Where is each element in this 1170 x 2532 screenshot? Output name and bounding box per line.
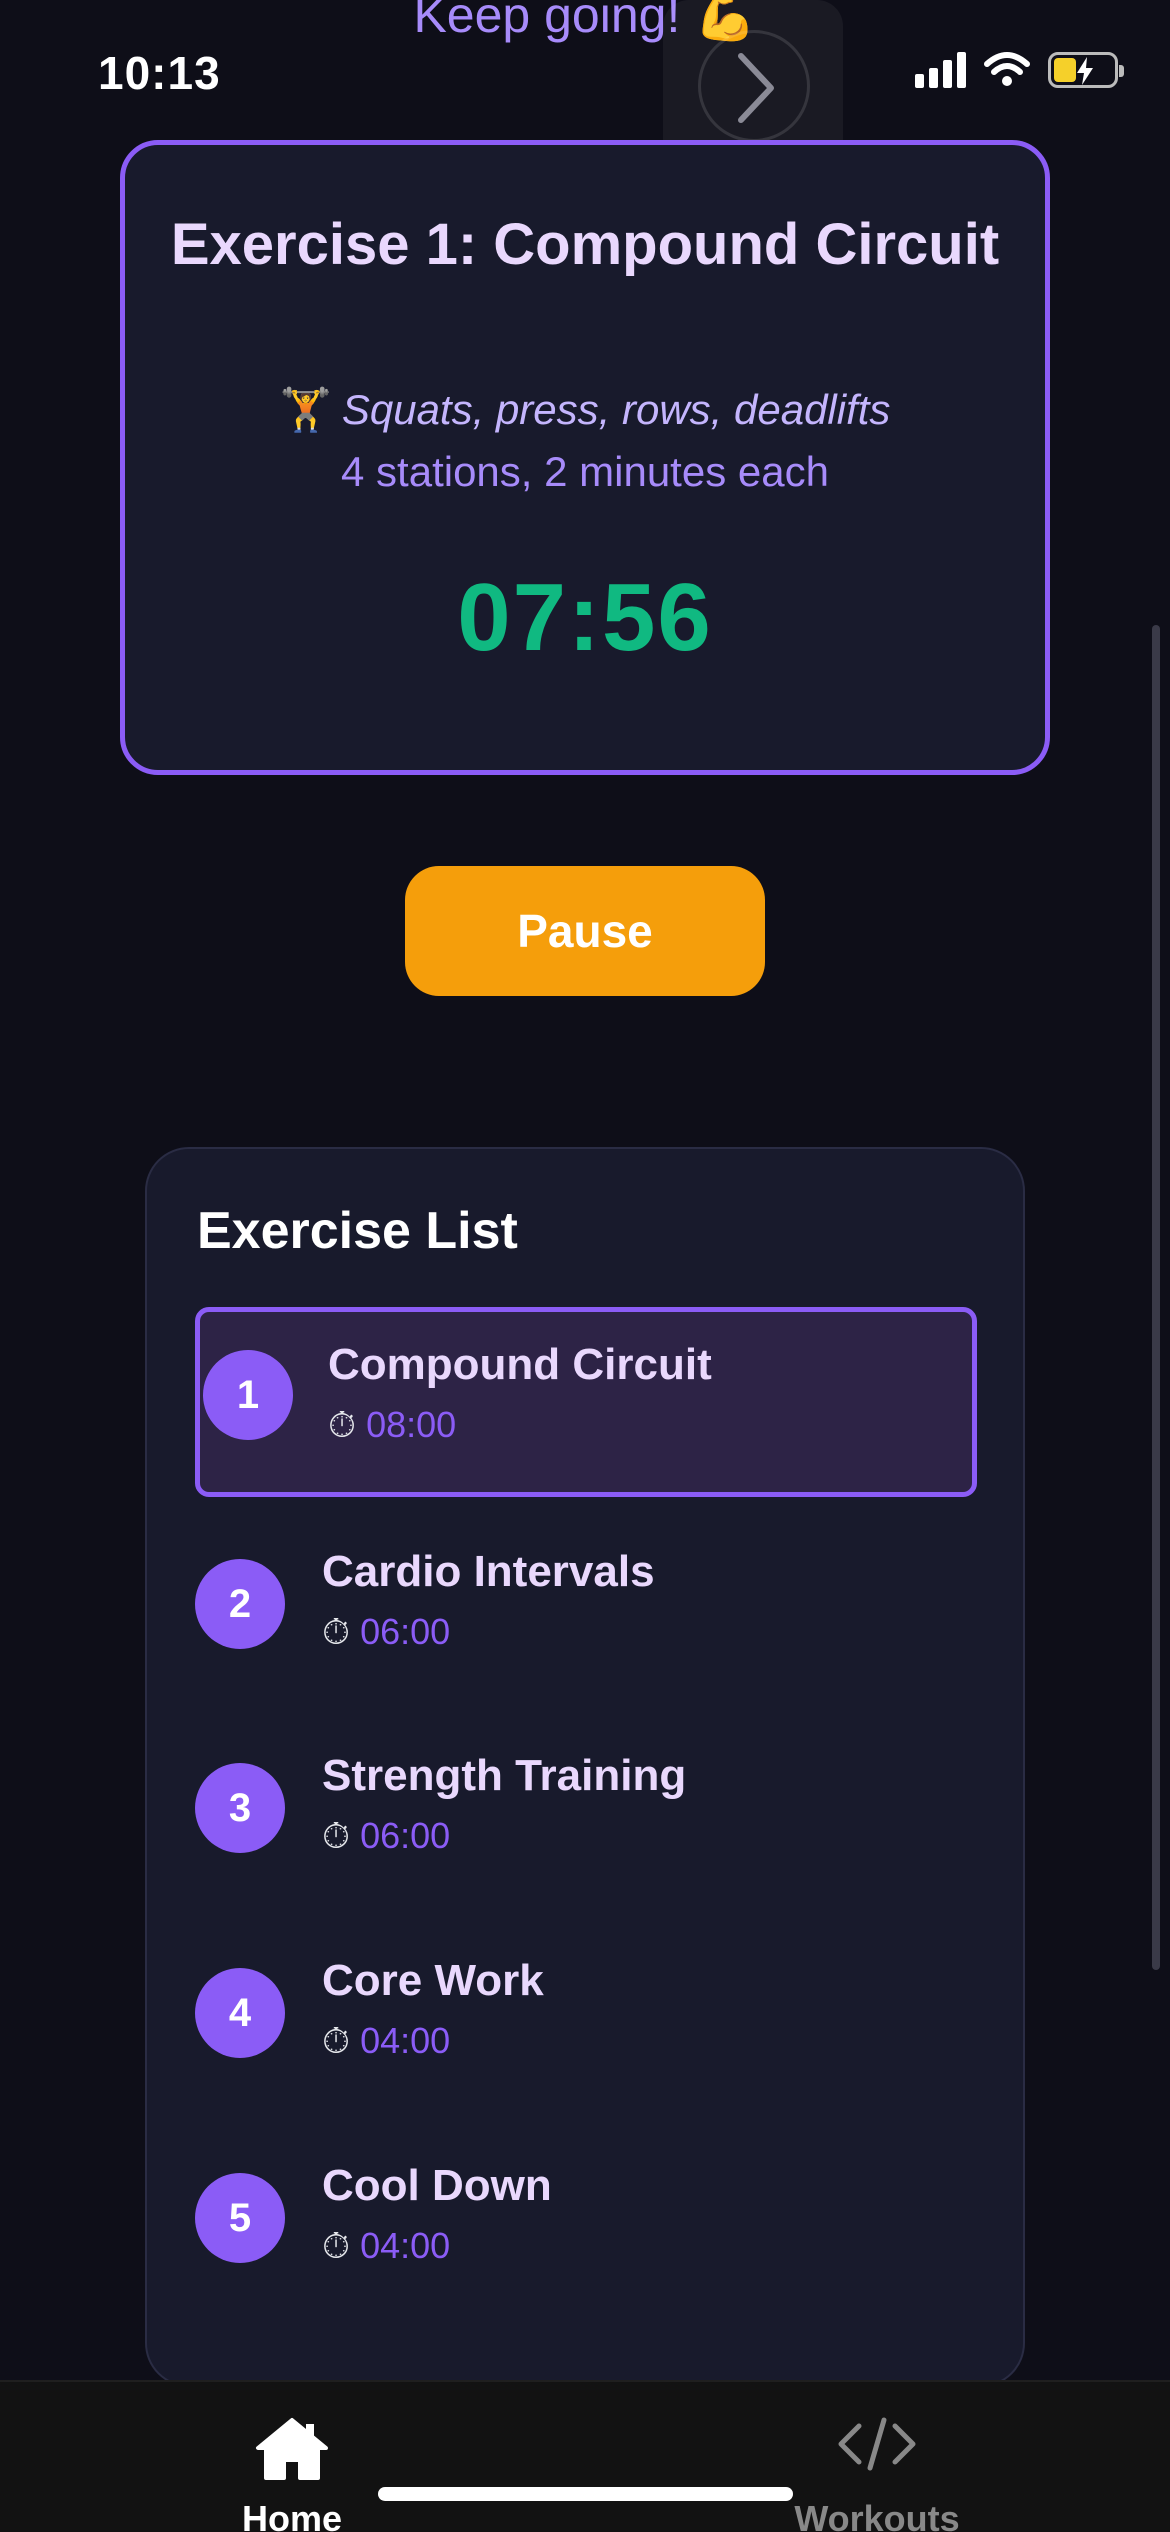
exercise-description: Squats, press, rows, deadlifts <box>341 386 891 433</box>
exercise-name: Compound Circuit <box>328 1340 712 1389</box>
exercise-name: Core Work <box>322 1956 544 2005</box>
exercise-name: Cardio Intervals <box>322 1547 655 1596</box>
stopwatch-icon: ⏱ <box>322 1816 351 1857</box>
pause-button[interactable]: Pause <box>405 866 765 996</box>
exercise-list-panel: Exercise List 1 Compound Circuit ⏱ 08:00 … <box>145 1147 1025 2387</box>
exercise-name: Cool Down <box>322 2161 552 2210</box>
list-item[interactable]: 5 Cool Down ⏱ 04:00 <box>195 2133 977 2323</box>
exercise-duration-row: ⏱ 06:00 <box>322 1611 450 1654</box>
exercise-detail: 4 stations, 2 minutes each <box>341 448 829 495</box>
countdown-timer: 07:56 <box>457 564 713 671</box>
exercise-duration-row: ⏱ 06:00 <box>322 1815 450 1858</box>
stopwatch-icon: ⏱ <box>322 2021 351 2062</box>
tab-bar: Home Workouts <box>0 2380 1170 2532</box>
exercise-list-title: Exercise List <box>197 1202 518 1260</box>
exercise-duration-row: ⏱ 08:00 <box>328 1404 456 1447</box>
exercise-duration-row: ⏱ 04:00 <box>322 2020 450 2063</box>
exercise-name: Strength Training <box>322 1751 687 1800</box>
battery-charging-icon <box>1048 52 1124 88</box>
status-time: 10:13 <box>98 47 221 99</box>
exercise-duration: 06:00 <box>360 1611 451 1652</box>
wifi-icon <box>984 52 1030 86</box>
stopwatch-icon: ⏱ <box>322 1612 351 1653</box>
stopwatch-icon: ⏱ <box>328 1405 357 1446</box>
keep-going-text: Keep going! <box>413 0 681 43</box>
exercise-number-badge: 2 <box>195 1559 285 1649</box>
exercise-duration-row: ⏱ 04:00 <box>322 2225 450 2268</box>
weightlifter-icon: 🏋 <box>279 385 332 434</box>
home-indicator <box>378 2487 793 2501</box>
code-icon <box>838 2417 916 2471</box>
exercise-description-row: 🏋 Squats, press, rows, deadlifts <box>125 385 1045 435</box>
status-bar: Keep going! 💪 10:13 <box>0 0 1170 175</box>
exercise-number-badge: 3 <box>195 1763 285 1853</box>
tab-workouts-label: Workouts <box>794 2498 960 2532</box>
exercise-number-badge: 1 <box>203 1350 293 1440</box>
exercise-duration: 04:00 <box>360 2020 451 2061</box>
list-item[interactable]: 4 Core Work ⏱ 04:00 <box>195 1928 977 2118</box>
home-icon <box>256 2418 328 2480</box>
tab-home[interactable]: Home <box>162 2382 422 2532</box>
chevron-right-icon <box>738 53 774 123</box>
stopwatch-icon: ⏱ <box>322 2226 351 2267</box>
list-item[interactable]: 2 Cardio Intervals ⏱ 06:00 <box>195 1519 977 1709</box>
tab-workouts[interactable]: Workouts <box>747 2382 1007 2532</box>
scrollbar[interactable] <box>1152 625 1160 1970</box>
keep-going-banner: Keep going! 💪 <box>0 0 1170 45</box>
exercise-duration: 04:00 <box>360 2225 451 2266</box>
tab-home-label: Home <box>241 2498 343 2532</box>
exercise-title: Exercise 1: Compound Circuit <box>170 212 1000 277</box>
exercise-number-badge: 4 <box>195 1968 285 2058</box>
status-icons <box>915 52 1124 88</box>
signal-icon <box>915 52 966 88</box>
current-exercise-card: Exercise 1: Compound Circuit 🏋 Squats, pr… <box>120 140 1050 775</box>
list-item[interactable]: 1 Compound Circuit ⏱ 08:00 <box>195 1307 977 1497</box>
exercise-duration: 08:00 <box>366 1404 457 1445</box>
exercise-duration: 06:00 <box>360 1815 451 1856</box>
app-screen: Keep going! 💪 10:13 Exercise 1: Compound… <box>0 0 1170 2532</box>
list-item[interactable]: 3 Strength Training ⏱ 06:00 <box>195 1723 977 1913</box>
exercise-number-badge: 5 <box>195 2173 285 2263</box>
